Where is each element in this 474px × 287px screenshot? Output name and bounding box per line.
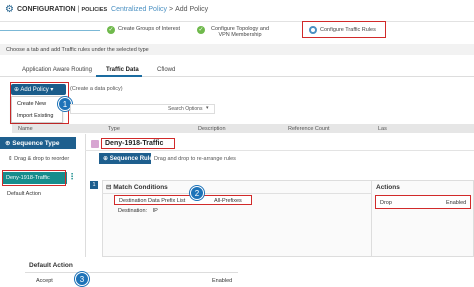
breadcrumb-separator: >: [169, 6, 174, 13]
page-header: ⚙ CONFIGURATION | POLICIES Centralized P…: [0, 0, 474, 22]
add-policy-button[interactable]: ⊕ Add Policy ▾: [11, 84, 66, 95]
gear-icon: ⚙: [5, 4, 14, 15]
default-action-area: [25, 260, 474, 287]
section-title: POLICIES: [81, 7, 108, 13]
step-complete-icon: ✓: [197, 26, 205, 34]
table-header: Name Type Description Reference Count La…: [12, 124, 474, 133]
step-traffic-rules-label: Configure Traffic Rules: [320, 27, 376, 33]
policy-name-icon: [91, 140, 99, 148]
add-policy-hint: (Create a data policy): [70, 86, 123, 92]
policy-name-field[interactable]: Deny-1918-Traffic: [101, 138, 175, 149]
destination-value: IP: [152, 208, 158, 214]
breadcrumb: CONFIGURATION | POLICIES Centralized Pol…: [17, 6, 208, 13]
step-current-icon: [309, 26, 317, 34]
step-topology-line2: VPN Membership: [218, 32, 262, 38]
chevron-down-icon: ▾: [206, 105, 209, 111]
tab-traffic-data[interactable]: Traffic Data: [106, 67, 139, 73]
prefix-list-value: All-Prefixes: [214, 198, 242, 204]
menu-item-create-new[interactable]: Create New: [17, 101, 46, 107]
drag-handle-icon: ⇕: [8, 156, 13, 162]
prefix-list-label: Destination Data Prefix List: [119, 198, 186, 204]
chevron-down-icon: ▾: [50, 87, 54, 93]
drag-reorder-hint: ⇕ Drag & drop to reorder: [8, 156, 69, 162]
search-options-button[interactable]: Search Options: [168, 106, 202, 112]
instruction-text: Choose a tab and add Traffic rules under…: [0, 44, 474, 55]
match-conditions-panel: [102, 180, 372, 257]
sequence-rule-button[interactable]: ⊕ Sequence Rule: [99, 153, 153, 164]
match-condition-destination-row: Destination: IP: [118, 208, 158, 214]
column-name[interactable]: Name: [18, 126, 33, 132]
column-description[interactable]: Description: [198, 126, 226, 132]
callout-badge-3: 3: [75, 272, 89, 286]
tab-cflowd[interactable]: Cflowd: [157, 67, 175, 73]
callout-badge-2: 2: [190, 186, 204, 200]
action-status: Enabled: [446, 200, 467, 206]
breadcrumb-current: Add Policy: [175, 6, 209, 13]
title-separator: |: [77, 6, 80, 13]
column-type[interactable]: Type: [108, 126, 120, 132]
collapse-icon[interactable]: ⊟: [106, 184, 111, 191]
add-policy-menu: Create New Import Existing: [11, 96, 63, 123]
page-title: CONFIGURATION: [17, 6, 76, 13]
plus-icon: ⊕: [14, 87, 20, 93]
plus-icon: ⊕: [103, 156, 109, 162]
step-complete-icon: ✓: [107, 26, 115, 34]
default-action-title: Default Action: [29, 262, 73, 269]
default-action-divider: [25, 272, 238, 273]
destination-label: Destination:: [118, 208, 148, 214]
sequence-rule-label: Sequence Rule: [109, 156, 153, 162]
menu-item-import-existing[interactable]: Import Existing: [17, 113, 53, 119]
actions-panel: [372, 180, 474, 257]
plus-icon: ⊕: [5, 140, 11, 147]
tab-application-aware-routing[interactable]: Application Aware Routing: [22, 67, 92, 73]
column-last[interactable]: Las: [378, 126, 387, 132]
actions-title: Actions: [376, 184, 400, 191]
match-conditions-label: Match Conditions: [113, 184, 168, 191]
sidebar-item-highlight: [2, 170, 66, 186]
column-reference-count[interactable]: Reference Count: [288, 126, 330, 132]
default-action-status: Enabled: [212, 278, 233, 284]
policy-divider: [85, 150, 474, 151]
add-policy-label: Add Policy: [20, 87, 49, 93]
step-traffic-rules[interactable]: Configure Traffic Rules: [302, 21, 386, 38]
stepper-line: [0, 30, 100, 31]
step-groups-label[interactable]: Create Groups of Interest: [118, 26, 180, 32]
breadcrumb-centralized-policy[interactable]: Centralized Policy: [111, 6, 167, 13]
sequence-type-button[interactable]: ⊕ Sequence Type: [0, 137, 76, 149]
default-action-accept: Accept: [36, 278, 53, 284]
action-drop-row[interactable]: Drop Enabled: [375, 195, 471, 209]
drag-reorder-text: Drag & drop to reorder: [14, 156, 70, 162]
sequence-type-label: Sequence Type: [12, 140, 60, 147]
action-drop-label: Drop: [380, 200, 392, 206]
match-conditions-title: ⊟ Match Conditions: [106, 183, 168, 191]
match-condition-prefix-row[interactable]: Destination Data Prefix List All-Prefixe…: [114, 195, 252, 205]
drag-rearrange-hint: Drag and drop to re-arrange rules: [154, 156, 236, 162]
default-action-item[interactable]: Default Action: [7, 191, 41, 197]
rule-number: 1: [90, 181, 98, 189]
kebab-menu-icon[interactable]: ⋮: [68, 172, 76, 181]
step-topology-label[interactable]: Configure Topology and VPN Membership: [205, 26, 275, 38]
active-tab-indicator: [96, 75, 142, 77]
